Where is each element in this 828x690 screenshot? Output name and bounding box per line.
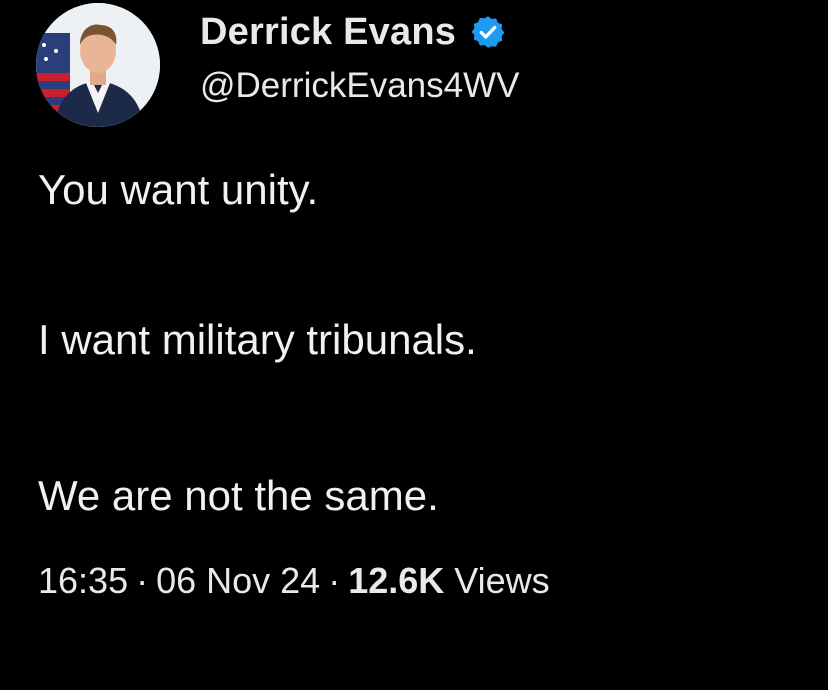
author-name-row: Derrick Evans xyxy=(200,8,506,56)
meta-separator: · xyxy=(136,560,149,601)
meta-separator: · xyxy=(328,560,341,601)
tweet-time[interactable]: 16:35 xyxy=(38,560,128,601)
author-handle[interactable]: @DerrickEvans4WV xyxy=(200,66,519,106)
views-count[interactable]: 12.6K xyxy=(348,560,444,601)
avatar-photo-icon xyxy=(36,3,160,127)
tweet-card: Derrick Evans @DerrickEvans4WV You want … xyxy=(0,0,828,690)
avatar[interactable] xyxy=(36,3,160,127)
tweet-text-line: I want military tribunals. xyxy=(38,316,477,363)
verified-badge-icon xyxy=(470,14,506,50)
tweet-meta: 16:35 · 06 Nov 24 · 12.6K Views xyxy=(38,560,550,602)
tweet-date[interactable]: 06 Nov 24 xyxy=(156,560,320,601)
display-name[interactable]: Derrick Evans xyxy=(200,11,456,54)
views-label: Views xyxy=(454,560,550,601)
tweet-text-line: We are not the same. xyxy=(38,472,439,519)
tweet-text-line: You want unity. xyxy=(38,166,319,213)
